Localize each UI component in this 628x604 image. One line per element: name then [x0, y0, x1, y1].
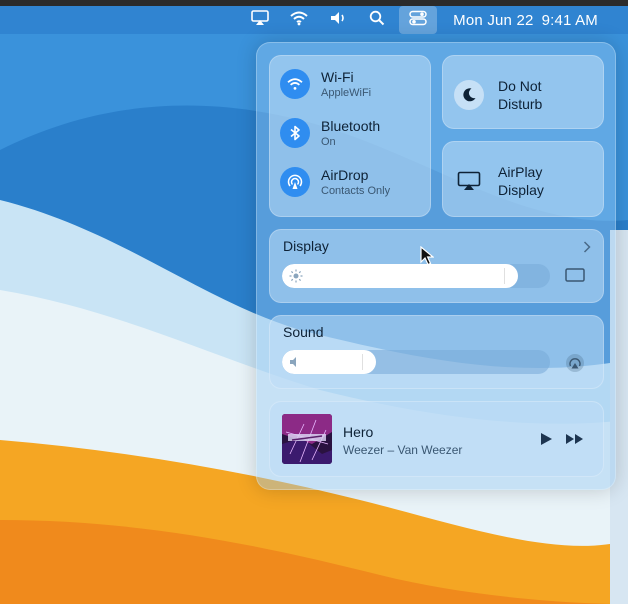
- play-icon: [541, 433, 552, 445]
- display-icon[interactable]: [565, 267, 585, 288]
- airplay-menu-button[interactable]: [241, 6, 279, 34]
- display-title: Display: [283, 238, 329, 254]
- airdrop-icon: [280, 167, 310, 197]
- wifi-subtitle: AppleWiFi: [321, 87, 372, 99]
- speaker-icon: [289, 355, 303, 374]
- sound-title: Sound: [283, 324, 324, 340]
- network-tile: Wi-Fi AppleWiFi Bluetooth On AirDrop Con…: [269, 55, 431, 217]
- menu-time: 9:41 AM: [541, 11, 598, 29]
- song-artist: Weezer – Van Weezer: [343, 443, 463, 457]
- control-center-icon: [409, 10, 427, 30]
- volume-slider-knob[interactable]: [361, 354, 363, 370]
- airdrop-toggle[interactable]: AirDrop Contacts Only: [280, 167, 390, 197]
- volume-icon: [329, 10, 349, 30]
- menu-date: Mon Jun 22: [453, 11, 534, 29]
- album-art[interactable]: [282, 414, 332, 464]
- airplay-icon: [454, 166, 484, 196]
- airdrop-title: AirDrop: [321, 167, 369, 183]
- airplay-icon: [251, 10, 269, 30]
- bluetooth-toggle[interactable]: Bluetooth On: [280, 118, 380, 148]
- brightness-slider-knob[interactable]: [503, 268, 505, 284]
- dnd-label-line2: Disturb: [498, 96, 543, 112]
- wifi-title: Wi-Fi: [321, 69, 354, 85]
- wifi-icon: [289, 10, 309, 30]
- bluetooth-subtitle: On: [321, 136, 336, 148]
- airplay-label-line2: Display: [498, 182, 544, 198]
- airplay-display-tile[interactable]: AirPlay Display: [442, 141, 604, 217]
- do-not-disturb-tile[interactable]: Do Not Disturb: [442, 55, 604, 129]
- control-center-button[interactable]: [399, 6, 438, 34]
- wifi-menu-button[interactable]: [279, 6, 319, 34]
- dnd-label-line1: Do Not: [498, 78, 542, 94]
- now-playing-tile: Hero Weezer – Van Weezer: [269, 401, 604, 477]
- mouse-pointer-icon: [420, 245, 435, 271]
- menu-clock[interactable]: Mon Jun 22 9:41 AM: [441, 6, 628, 34]
- airplay-label-line1: AirPlay: [498, 164, 543, 180]
- spotlight-button[interactable]: [359, 6, 395, 34]
- fast-forward-button[interactable]: [565, 432, 585, 446]
- display-tile: Display: [269, 229, 604, 303]
- volume-menu-button[interactable]: [319, 6, 359, 34]
- brightness-slider[interactable]: [282, 264, 550, 288]
- airplay-audio-icon[interactable]: [565, 353, 585, 378]
- search-icon: [369, 10, 385, 30]
- menu-bar: Mon Jun 22 9:41 AM: [0, 6, 628, 34]
- bluetooth-icon: [280, 118, 310, 148]
- airdrop-subtitle: Contacts Only: [321, 185, 391, 197]
- moon-icon: [454, 80, 484, 110]
- wifi-toggle[interactable]: Wi-Fi AppleWiFi: [280, 69, 371, 99]
- play-button[interactable]: [539, 432, 553, 446]
- volume-slider[interactable]: [282, 350, 550, 374]
- song-title: Hero: [343, 424, 374, 440]
- wifi-icon: [280, 69, 310, 99]
- bluetooth-title: Bluetooth: [321, 118, 381, 134]
- sun-icon: [289, 269, 303, 288]
- control-center-panel: Wi-Fi AppleWiFi Bluetooth On AirDrop Con…: [256, 42, 616, 490]
- chevron-right-icon[interactable]: [583, 240, 591, 258]
- sound-tile: Sound: [269, 315, 604, 389]
- fast-forward-icon: [566, 434, 583, 444]
- brightness-slider-fill: [282, 264, 518, 288]
